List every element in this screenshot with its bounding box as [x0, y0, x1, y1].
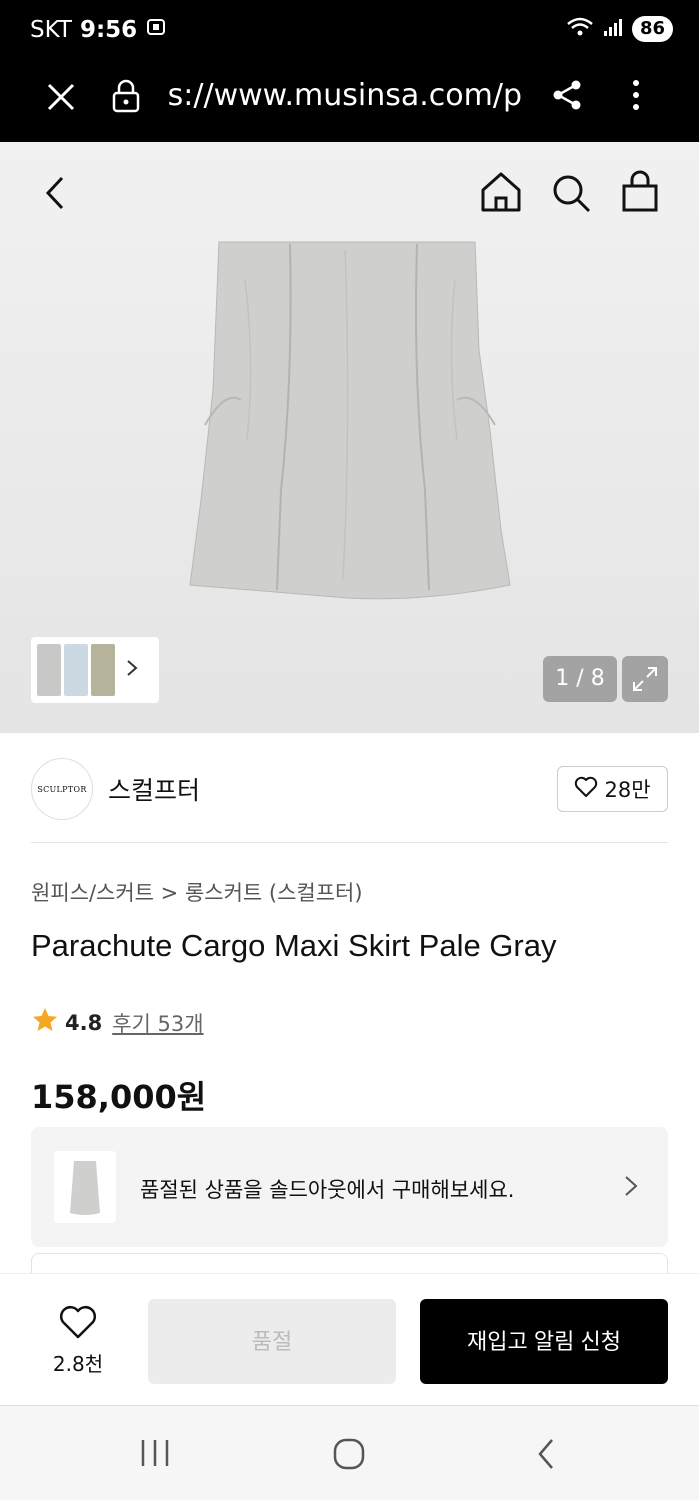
- back-icon[interactable]: [40, 174, 70, 216]
- recent-apps-icon[interactable]: [138, 1438, 172, 1472]
- soldout-button[interactable]: 품절: [148, 1299, 396, 1384]
- rating-row[interactable]: 4.8 후기 53개: [31, 1006, 204, 1039]
- review-link[interactable]: 후기 53개: [112, 1008, 203, 1038]
- brand-logo[interactable]: SCULPTOR: [31, 758, 93, 820]
- product-title: Parachute Cargo Maxi Skirt Pale Gray: [31, 928, 557, 963]
- product-image[interactable]: [185, 240, 515, 604]
- soldout-banner[interactable]: 품절된 상품을 솔드아웃에서 구매해보세요.: [31, 1127, 668, 1247]
- carrier-label: SKT: [30, 17, 72, 43]
- more-icon[interactable]: [626, 78, 646, 116]
- close-icon[interactable]: [44, 80, 78, 118]
- brand-like-count: 28만: [604, 778, 651, 802]
- status-left: SKT 9:56: [30, 16, 167, 44]
- home-nav-icon[interactable]: [332, 1438, 366, 1474]
- wish-button[interactable]: 2.8천: [40, 1304, 116, 1377]
- thumbnail-gray[interactable]: [37, 644, 61, 696]
- thumbnail-blue[interactable]: [64, 644, 88, 696]
- brand-name[interactable]: 스컬프터: [108, 771, 200, 807]
- thumbnail-khaki[interactable]: [91, 644, 115, 696]
- divider: [31, 842, 668, 843]
- chevron-right-icon: [624, 1175, 638, 1201]
- status-bar: SKT 9:56 86: [0, 0, 699, 62]
- browser-toolbar: https://www.musinsa.com/p: [0, 62, 699, 142]
- clock: 9:56: [79, 17, 138, 43]
- lock-icon[interactable]: [110, 78, 142, 118]
- battery-badge: 86: [631, 16, 673, 42]
- system-nav-bar: [0, 1405, 699, 1500]
- back-nav-icon[interactable]: [532, 1438, 562, 1474]
- page-indicator: 1 / 8: [543, 656, 617, 702]
- expand-icon[interactable]: [622, 656, 668, 702]
- home-icon[interactable]: [479, 170, 523, 218]
- price: 158,000원: [31, 1078, 207, 1116]
- wifi-icon: [566, 16, 594, 42]
- bottom-action-bar: 2.8천 품절 재입고 알림 신청: [0, 1273, 699, 1405]
- heart-icon: [58, 1306, 98, 1344]
- thumbnail-strip[interactable]: [31, 637, 159, 703]
- wish-count: 2.8천: [52, 1352, 104, 1376]
- star-icon: [31, 1006, 59, 1039]
- status-right: 86: [566, 16, 673, 42]
- soldout-banner-text: 품절된 상품을 솔드아웃에서 구매해보세요.: [140, 1178, 515, 1202]
- screenshot-icon: [145, 16, 167, 44]
- url-field[interactable]: https://www.musinsa.com/p: [166, 78, 522, 113]
- cart-icon[interactable]: [620, 170, 660, 218]
- chevron-right-icon[interactable]: [126, 659, 138, 681]
- share-icon[interactable]: [550, 78, 584, 116]
- rating-value: 4.8: [65, 1010, 103, 1035]
- heart-icon: [574, 776, 598, 803]
- breadcrumb[interactable]: 원피스/스커트 > 롱스커트 (스컬프터): [31, 877, 363, 907]
- brand-like-button[interactable]: 28만: [557, 766, 668, 812]
- product-image-area[interactable]: 1 / 8: [0, 142, 699, 733]
- restock-alert-button[interactable]: 재입고 알림 신청: [420, 1299, 668, 1384]
- signal-icon: [602, 16, 624, 42]
- brand-row[interactable]: SCULPTOR 스컬프터 28만: [0, 733, 699, 843]
- soldout-thumbnail: [54, 1151, 116, 1223]
- search-icon[interactable]: [550, 172, 592, 218]
